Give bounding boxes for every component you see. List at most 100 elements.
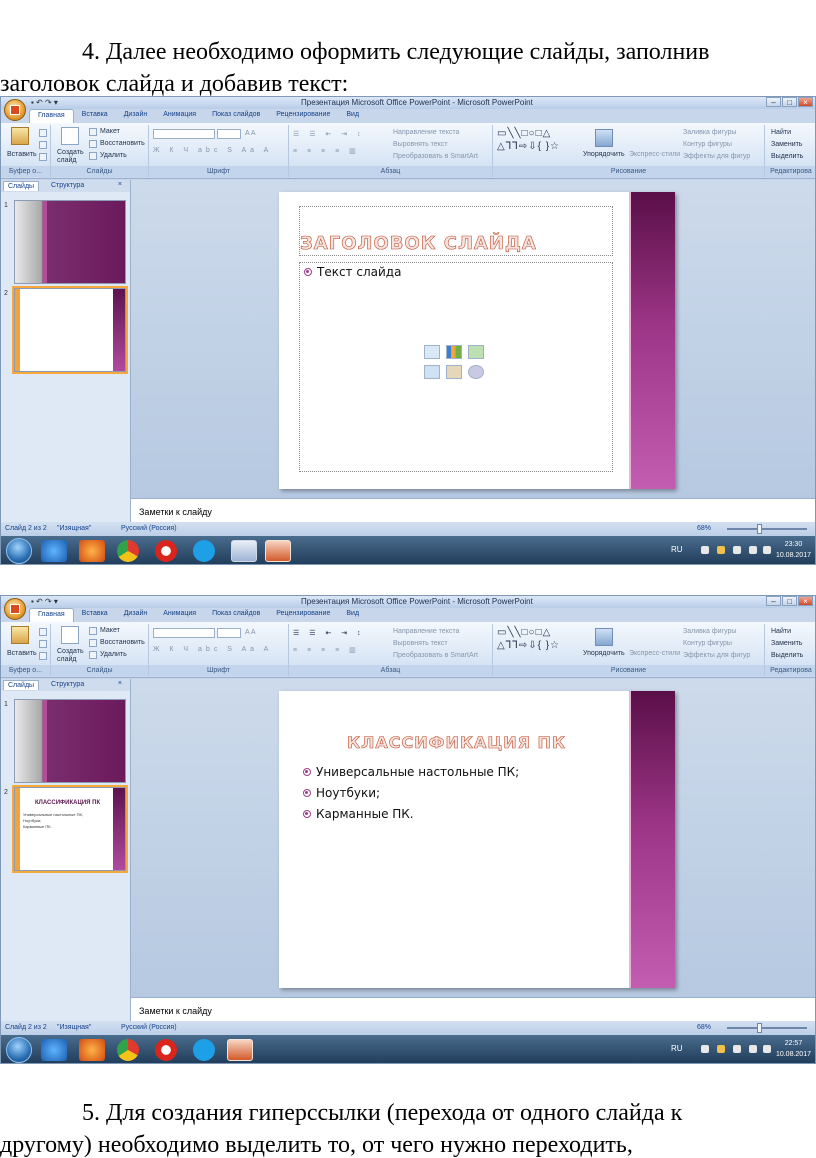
font-name-input[interactable] xyxy=(153,628,215,638)
copy-icon[interactable] xyxy=(39,640,47,648)
tray-clock[interactable]: 22:57 10.08.2017 xyxy=(776,1038,811,1060)
text-direction-button[interactable]: Направление текста xyxy=(393,129,459,136)
content-placeholder[interactable]: Текст слайда xyxy=(299,262,613,472)
list-icons[interactable]: ☰ ☰ ⇤ ⇥ ↕ xyxy=(293,629,365,637)
bullet-item[interactable]: Ноутбуки; xyxy=(303,786,380,800)
chrome-icon[interactable] xyxy=(117,540,139,562)
firefox-icon[interactable] xyxy=(79,1039,105,1061)
tray-battery-icon[interactable] xyxy=(733,546,741,554)
insert-chart-icon[interactable] xyxy=(446,345,462,359)
text-direction-button[interactable]: Направление текста xyxy=(393,628,459,635)
shape-outline-button[interactable]: Контур фигуры xyxy=(683,141,732,148)
quick-styles-button[interactable]: Экспресс-стили xyxy=(629,650,680,657)
cut-icon[interactable] xyxy=(39,628,47,636)
delete-button[interactable]: Удалить xyxy=(100,651,127,658)
layout-button[interactable]: Макет xyxy=(100,627,120,634)
maximize-icon[interactable]: □ xyxy=(782,596,797,606)
tab-design[interactable]: Дизайн xyxy=(116,608,156,622)
tray-volume-icon[interactable] xyxy=(763,1045,771,1053)
tray-clock[interactable]: 23:30 10.08.2017 xyxy=(776,539,811,561)
pane-tab-outline[interactable]: Структура xyxy=(47,680,88,689)
close-icon[interactable]: × xyxy=(798,97,813,107)
skype-icon[interactable] xyxy=(193,540,215,562)
tab-slideshow[interactable]: Показ слайдов xyxy=(204,109,268,123)
tab-home[interactable]: Главная xyxy=(29,608,74,622)
tab-home[interactable]: Главная xyxy=(29,109,74,123)
format-painter-icon[interactable] xyxy=(39,652,47,660)
insert-picture-icon[interactable] xyxy=(424,365,440,379)
tab-slideshow[interactable]: Показ слайдов xyxy=(204,608,268,622)
arrange-button[interactable]: Упорядочить xyxy=(583,151,625,158)
firefox-icon[interactable] xyxy=(79,540,105,562)
tray-network-icon[interactable] xyxy=(749,1045,757,1053)
align-text-button[interactable]: Выровнять текст xyxy=(393,141,448,148)
zoom-thumb[interactable] xyxy=(757,524,762,534)
select-button[interactable]: Выделить xyxy=(771,153,803,160)
shape-outline-button[interactable]: Контур фигуры xyxy=(683,640,732,647)
tab-insert[interactable]: Вставка xyxy=(74,109,116,123)
tray-language[interactable]: RU xyxy=(671,1044,683,1053)
notes-field[interactable]: Заметки к слайду xyxy=(131,498,815,522)
shapes-gallery-row-2-icon[interactable]: △⅂⅂⇨⇩{ }☆ xyxy=(497,640,560,651)
pane-tab-slides[interactable]: Слайды xyxy=(3,181,40,191)
minimize-icon[interactable]: – xyxy=(766,97,781,107)
find-button[interactable]: Найти xyxy=(771,628,791,635)
pane-close-icon[interactable]: × xyxy=(114,679,126,688)
insert-media-icon[interactable] xyxy=(468,365,484,379)
maximize-icon[interactable]: □ xyxy=(782,97,797,107)
delete-button[interactable]: Удалить xyxy=(100,152,127,159)
insert-smartart-icon[interactable] xyxy=(468,345,484,359)
powerpoint-taskbar-icon[interactable] xyxy=(227,1039,253,1061)
shapes-gallery-icon[interactable]: ▭╲╲□○□△ xyxy=(497,128,551,139)
tab-view[interactable]: Вид xyxy=(338,608,367,622)
replace-button[interactable]: Заменить xyxy=(771,141,802,148)
pane-tab-outline[interactable]: Структура xyxy=(47,181,88,190)
align-icons[interactable]: ≡ ≡ ≡ ≡ ▥ xyxy=(293,147,360,155)
shape-fill-button[interactable]: Заливка фигуры xyxy=(683,129,736,136)
font-name-input[interactable] xyxy=(153,129,215,139)
list-icons[interactable]: ☰ ☰ ⇤ ⇥ ↕ xyxy=(293,130,365,138)
bullet-item[interactable]: Универсальные настольные ПК; xyxy=(303,765,519,779)
tab-design[interactable]: Дизайн xyxy=(116,109,156,123)
insert-clipart-icon[interactable] xyxy=(446,365,462,379)
shapes-gallery-icon[interactable]: ▭╲╲□○□△ xyxy=(497,627,551,638)
zoom-slider[interactable] xyxy=(727,1023,807,1033)
new-slide-button[interactable]: Создать слайд xyxy=(57,149,87,165)
zoom-slider[interactable] xyxy=(727,524,807,534)
tray-language[interactable]: RU xyxy=(671,545,683,554)
quick-access-toolbar[interactable]: ▪ ↶ ↷ ▾ xyxy=(31,98,58,107)
internet-explorer-icon[interactable] xyxy=(41,1039,67,1061)
shape-effects-button[interactable]: Эффекты для фигур xyxy=(683,153,750,160)
bullet-item[interactable]: Карманные ПК. xyxy=(303,807,414,821)
opera-icon[interactable] xyxy=(155,1039,177,1061)
convert-smartart-button[interactable]: Преобразовать в SmartArt xyxy=(393,652,478,659)
notes-field[interactable]: Заметки к слайду xyxy=(131,997,815,1021)
tray-network-icon[interactable] xyxy=(749,546,757,554)
shapes-gallery-row-2-icon[interactable]: △⅂⅂⇨⇩{ }☆ xyxy=(497,141,560,152)
pane-tab-slides[interactable]: Слайды xyxy=(3,680,40,690)
font-grow-icon[interactable]: A A xyxy=(245,629,256,636)
opera-icon[interactable] xyxy=(155,540,177,562)
tab-animation[interactable]: Анимация xyxy=(155,109,204,123)
select-button[interactable]: Выделить xyxy=(771,652,803,659)
title-placeholder[interactable]: ЗАГОЛОВОК СЛАЙДА xyxy=(299,206,613,256)
copy-icon[interactable] xyxy=(39,141,47,149)
slide-title[interactable]: КЛАССИФИКАЦИЯ ПК xyxy=(347,733,566,753)
tray-volume-icon[interactable] xyxy=(763,546,771,554)
quick-access-toolbar[interactable]: ▪ ↶ ↷ ▾ xyxy=(31,597,58,606)
tab-review[interactable]: Рецензирование xyxy=(268,608,338,622)
paste-button[interactable]: Вставить xyxy=(7,650,37,657)
slide-thumbnail-1[interactable] xyxy=(14,200,126,284)
slide-2[interactable]: КЛАССИФИКАЦИЯ ПК Универсальные настольны… xyxy=(279,691,675,988)
font-size-input[interactable] xyxy=(217,129,241,139)
slide-2[interactable]: ЗАГОЛОВОК СЛАЙДА Текст слайда xyxy=(279,192,675,489)
font-format-icons[interactable]: Ж К Ч abc S Aa A xyxy=(153,646,272,653)
tab-view[interactable]: Вид xyxy=(338,109,367,123)
format-painter-icon[interactable] xyxy=(39,153,47,161)
font-size-input[interactable] xyxy=(217,628,241,638)
tray-update-icon[interactable] xyxy=(717,1045,725,1053)
slide-thumbnail-2[interactable] xyxy=(12,286,128,374)
minimize-icon[interactable]: – xyxy=(766,596,781,606)
find-button[interactable]: Найти xyxy=(771,129,791,136)
office-button[interactable] xyxy=(4,598,26,620)
